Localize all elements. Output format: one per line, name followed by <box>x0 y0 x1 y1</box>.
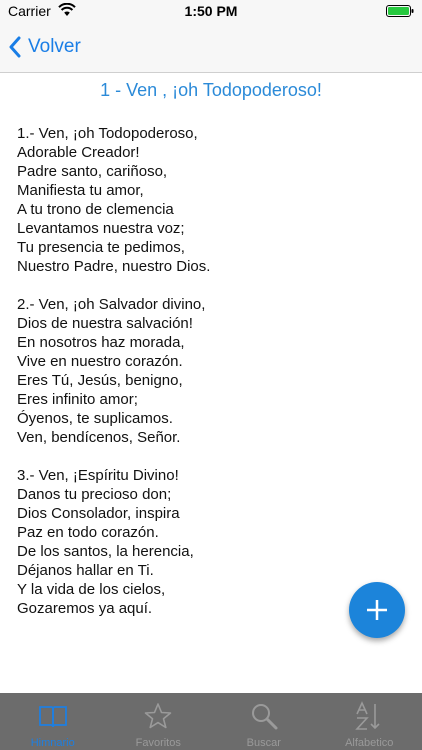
lyric-line: De los santos, la herencia, <box>17 543 194 560</box>
tab-label: Himnario <box>30 737 75 749</box>
tab-himnario[interactable]: Himnario <box>0 693 106 750</box>
lyric-line: Manifiesta tu amor, <box>17 182 144 199</box>
lyric-line: Eres Tú, Jesús, benigno, <box>17 372 183 389</box>
lyric-line: Adorable Creador! <box>17 144 140 161</box>
tab-buscar[interactable]: Buscar <box>211 693 317 750</box>
back-button[interactable]: Volver <box>8 32 81 62</box>
lyric-line: Vive en nuestro corazón. <box>17 353 183 370</box>
lyric-line: 3.- Ven, ¡Espíritu Divino! <box>17 467 179 484</box>
tab-favoritos[interactable]: Favoritos <box>106 693 212 750</box>
lyric-line: Y la vida de los cielos, <box>17 581 166 598</box>
stanza: 1.- Ven, ¡oh Todopoderoso, Adorable Cread… <box>17 124 407 276</box>
tab-alfabetico[interactable]: Alfabetico <box>317 693 422 750</box>
plus-icon <box>367 600 387 620</box>
battery-icon <box>386 5 414 17</box>
stanza: 3.- Ven, ¡Espíritu Divino! Danos tu preci… <box>17 466 407 618</box>
tab-bar: Himnario Favoritos Buscar Alfabetico <box>0 693 422 750</box>
star-icon <box>144 703 172 729</box>
sort-az-icon <box>355 701 380 730</box>
lyric-line: Padre santo, cariñoso, <box>17 163 168 180</box>
lyric-line: En nosotros haz morada, <box>17 334 185 351</box>
add-favorite-button[interactable] <box>349 582 405 638</box>
lyric-line: 1.- Ven, ¡oh Todopoderoso, <box>17 125 198 142</box>
back-button-label: Volver <box>28 36 81 57</box>
lyric-line: Óyenos, te suplicamos. <box>17 410 173 427</box>
chevron-left-icon <box>9 36 21 58</box>
book-icon <box>38 706 67 728</box>
tab-label: Alfabetico <box>345 737 394 749</box>
lyric-line: Tu presencia te pedimos, <box>17 239 185 256</box>
lyric-line: 2.- Ven, ¡oh Salvador divino, <box>17 296 206 313</box>
lyric-line: Danos tu precioso don; <box>17 486 172 503</box>
lyric-line: Déjanos hallar en Ti. <box>17 562 154 579</box>
status-bar: Carrier 1:50 PM <box>0 0 422 22</box>
lyric-line: A tu trono de clemencia <box>17 201 174 218</box>
stanza: 2.- Ven, ¡oh Salvador divino, Dios de nue… <box>17 295 407 447</box>
lyric-line: Dios de nuestra salvación! <box>17 315 193 332</box>
navigation-bar: Volver <box>0 22 422 73</box>
hymn-title: 1 - Ven , ¡oh Todopoderoso! <box>100 80 322 100</box>
lyric-line: Nuestro Padre, nuestro Dios. <box>17 258 211 275</box>
lyric-line: Dios Consolador, inspira <box>17 505 180 522</box>
lyric-line: Eres infinito amor; <box>17 391 138 408</box>
lyric-line: Ven, bendícenos, Señor. <box>17 429 181 446</box>
hymn-lyrics: 1.- Ven, ¡oh Todopoderoso, Adorable Cread… <box>17 124 407 637</box>
search-icon <box>251 704 278 730</box>
tab-label: Buscar <box>246 737 281 749</box>
lyric-line: Paz en todo corazón. <box>17 524 159 541</box>
lyric-line: Levantamos nuestra voz; <box>17 220 185 237</box>
status-time: 1:50 PM <box>184 3 238 19</box>
tab-label: Favoritos <box>135 737 181 749</box>
